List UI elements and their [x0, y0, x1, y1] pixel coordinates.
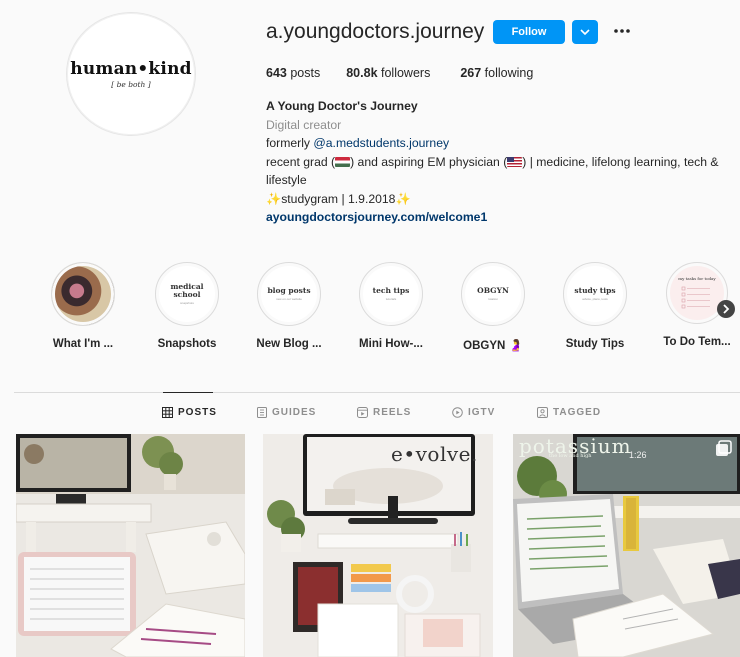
highlight-cover-title: OBGYN [477, 286, 509, 295]
post-image [16, 434, 245, 657]
carousel-icon [715, 440, 733, 458]
highlight-label: Mini How-... [359, 338, 423, 350]
tab-guides[interactable]: GUIDES [257, 407, 316, 418]
us-flag-icon [507, 156, 523, 167]
bio-description-wrap: lifestyle [266, 173, 307, 187]
highlight-item[interactable]: medical school snapshots Snapshots [137, 262, 237, 350]
tab-label: IGTV [468, 407, 496, 418]
following-count: 267 [460, 66, 482, 80]
avatar-title: human•kind [70, 59, 192, 79]
following-label: following [484, 66, 534, 80]
bio-description: recent grad ( ) and aspiring EM physician… [266, 153, 736, 172]
highlight-label: What I'm ... [52, 338, 114, 350]
active-tab-indicator [163, 392, 213, 393]
igtv-icon [452, 407, 463, 418]
tab-posts[interactable]: POSTS [162, 407, 217, 418]
tab-label: POSTS [178, 407, 217, 418]
highlight-item[interactable]: blog posts new on our website New Blog .… [239, 262, 339, 350]
highlight-cover: blog posts new on our website [257, 262, 321, 326]
profile-stats: 643 posts 80.8k followers 267 following [266, 66, 533, 80]
reels-icon [357, 407, 368, 418]
highlight-label: To Do Tem... [663, 336, 731, 348]
tab-tagged[interactable]: TAGGED [537, 407, 601, 418]
tab-label: TAGGED [553, 407, 602, 418]
tab-label: GUIDES [272, 407, 317, 418]
bio-formerly-line: formerly @a.medstudents.journey [266, 134, 736, 153]
highlights-next-button[interactable] [717, 300, 735, 318]
highlight-cover: study tips advice, plans, tools [563, 262, 627, 326]
sparkles-icon: ✨ [395, 191, 411, 206]
grid-icon [162, 407, 173, 418]
post-thumbnail[interactable]: e•volve. [263, 434, 493, 657]
bio-text-part3: ) | medicine, lifelong learning, tech & [522, 154, 719, 169]
username: a.youngdoctors.journey [266, 20, 485, 43]
highlight-cover-sub: new on our website [276, 297, 302, 301]
highlight-item[interactable]: What I'm ... [33, 262, 133, 350]
highlight-item[interactable]: tech tips tutorials Mini How-... [341, 262, 441, 350]
profile-bio: A Young Doctor's Journey Digital creator… [266, 97, 736, 227]
highlight-cover: OBGYN rotation [461, 262, 525, 326]
bio-text-part2: ) and aspiring EM physician ( [350, 154, 508, 169]
tabs-divider [14, 392, 740, 393]
followers-count: 80.8k [346, 66, 378, 80]
highlight-label: Study Tips [565, 338, 625, 350]
post-thumbnail[interactable]: potassium the low and high 1:26 [513, 434, 740, 657]
posts-stat: 643 posts [266, 66, 320, 80]
profile-avatar[interactable]: human•kind [ be both ] [66, 12, 196, 136]
highlight-cover-sub: advice, plans, tools [582, 297, 608, 301]
posts-count: 643 [266, 66, 287, 80]
guides-icon [257, 407, 267, 418]
highlight-item[interactable]: OBGYN rotation OBGYN 🤰 [443, 262, 543, 352]
story-highlights: What I'm ... medical school snapshots Sn… [0, 262, 740, 362]
suggested-accounts-button[interactable] [572, 20, 598, 44]
followers-link[interactable]: 80.8k followers [346, 66, 430, 80]
follow-button[interactable]: Follow [493, 20, 565, 44]
more-options-button[interactable] [610, 19, 634, 43]
highlight-item[interactable]: study tips advice, plans, tools Study Ti… [545, 262, 645, 350]
posts-label: posts [290, 66, 321, 80]
highlight-cover-sub: snapshots [180, 301, 194, 305]
post-thumbnail[interactable] [16, 434, 245, 657]
highlight-label: New Blog ... [256, 338, 322, 350]
post-overlay-subtext: the low and high [549, 453, 592, 459]
post-image [263, 434, 493, 657]
tab-reels[interactable]: REELS [357, 407, 411, 418]
highlight-cover-title: medical school [170, 282, 204, 299]
highlight-cover-sub: tutorials [385, 297, 397, 301]
chevron-right-icon [723, 304, 730, 314]
formerly-handle-link[interactable]: @a.medstudents.journey [313, 136, 449, 150]
avatar-subtitle: [ be both ] [111, 80, 151, 89]
bio-formerly-prefix: formerly [266, 136, 314, 150]
highlight-label: OBGYN 🤰 [463, 340, 523, 352]
todo-list-icon [681, 286, 710, 309]
highlight-cover: medical school snapshots [155, 262, 219, 326]
highlight-cover-title: study tips [574, 286, 616, 295]
studygram-text: studygram | 1.9.2018 [281, 191, 396, 206]
ellipsis-icon [614, 29, 630, 33]
highlight-cover-title: blog posts [267, 286, 311, 295]
chevron-down-icon [580, 28, 590, 35]
bio-studygram-line: ✨studygram | 1.9.2018✨ [266, 190, 736, 209]
tagged-icon [537, 407, 548, 418]
post-image [513, 434, 740, 657]
highlight-cover-title: tech tips [372, 286, 410, 295]
followers-label: followers [381, 66, 431, 80]
website-link[interactable]: ayoungdoctorsjourney.com/welcome1 [266, 208, 736, 227]
highlight-cover-photo [51, 262, 115, 326]
profile-name: A Young Doctor's Journey [266, 99, 418, 113]
profile-category: Digital creator [266, 117, 342, 132]
highlight-cover-sub: rotation [487, 297, 498, 301]
hungary-flag-icon [335, 156, 351, 167]
sparkles-icon: ✨ [266, 191, 282, 206]
highlight-label: Snapshots [157, 338, 217, 350]
highlight-cover-title: my tasks for today [678, 276, 716, 281]
highlight-cover: tech tips tutorials [359, 262, 423, 326]
post-time-overlay: 1:26 [629, 450, 647, 460]
bio-text-part1: recent grad ( [266, 154, 336, 169]
tab-igtv[interactable]: IGTV [452, 407, 495, 418]
following-link[interactable]: 267 following [460, 66, 533, 80]
tab-label: REELS [373, 407, 412, 418]
post-overlay-text: e•volve. [391, 442, 478, 466]
